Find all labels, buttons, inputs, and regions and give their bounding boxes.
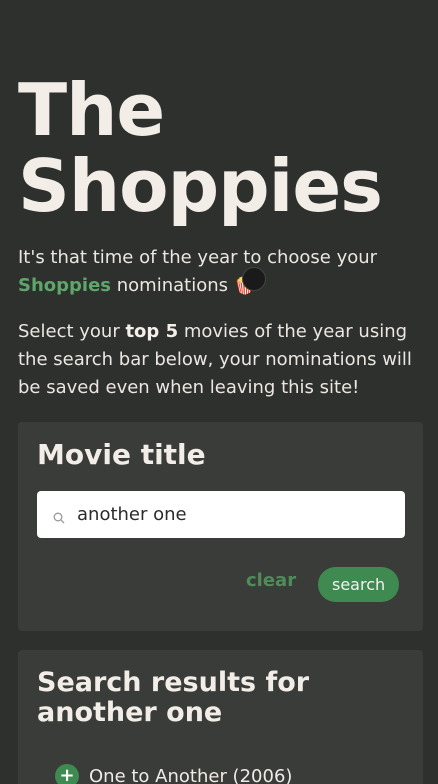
description-part-1: Select your — [18, 321, 126, 342]
search-box[interactable] — [37, 491, 405, 538]
intro-text: It's that time of the year to choose you… — [18, 244, 422, 300]
page-title: The Shoppies — [18, 72, 383, 224]
intro-after: nominations — [116, 275, 229, 296]
add-icon[interactable]: + — [55, 764, 79, 784]
description-text: Select your top 5 movies of the year usi… — [18, 318, 422, 402]
results-title: Search results for another one — [37, 667, 310, 728]
search-button[interactable]: search — [318, 567, 400, 602]
title-line-2: Shoppies — [18, 144, 383, 228]
brand-name: Shoppies — [18, 275, 112, 296]
result-label: One to Another (2006) — [89, 765, 293, 784]
search-card: Movie title clear search — [18, 422, 423, 631]
movie-title-label: Movie title — [37, 438, 206, 471]
search-icon — [53, 509, 65, 523]
results-card: Search results for another one + One to … — [18, 650, 423, 784]
cursor-indicator — [242, 267, 266, 291]
result-item: + One to Another (2006) — [55, 764, 292, 784]
intro-before: It's that time of the year to choose you… — [18, 247, 378, 268]
title-line-1: The — [18, 68, 165, 152]
clear-button[interactable]: clear — [246, 570, 296, 591]
description-bold: top 5 — [125, 321, 179, 342]
page: The Shoppies It's that time of the year … — [0, 0, 438, 784]
search-input[interactable] — [77, 504, 377, 525]
